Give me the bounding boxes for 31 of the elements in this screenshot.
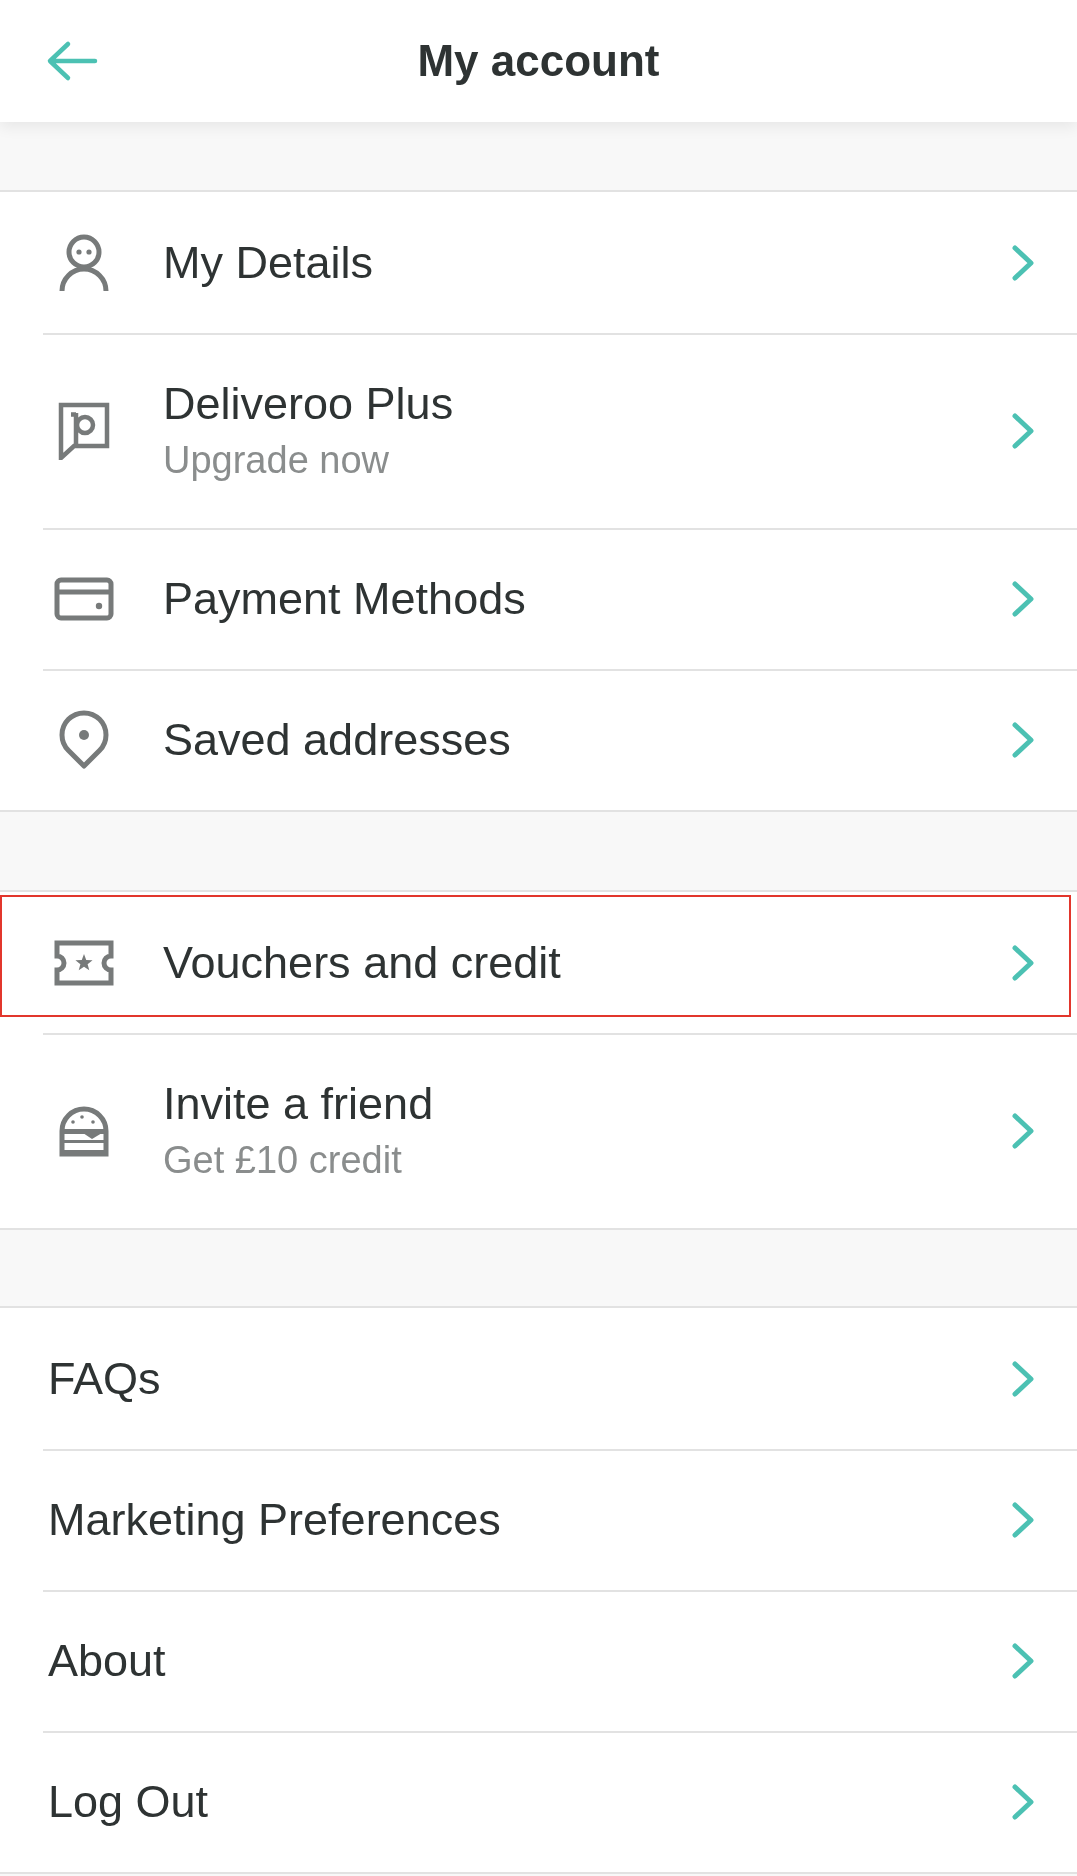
item-subtitle: Upgrade now bbox=[163, 439, 391, 483]
chevron-right-icon bbox=[1011, 1111, 1035, 1150]
item-label: Invite a friend bbox=[163, 1078, 434, 1131]
chevron-right-icon bbox=[1011, 579, 1035, 618]
item-label: Payment Methods bbox=[163, 572, 526, 625]
chevron-right-icon bbox=[1011, 720, 1035, 759]
chevron-right-icon bbox=[1011, 1641, 1035, 1680]
ticket-star-icon bbox=[54, 939, 114, 986]
item-label: Log Out bbox=[48, 1775, 209, 1828]
chevron-right-icon bbox=[1011, 943, 1035, 982]
chevron-right-icon bbox=[1011, 243, 1035, 282]
page-title: My account bbox=[417, 36, 660, 86]
item-label: Deliveroo Plus bbox=[163, 378, 454, 431]
location-pin-icon bbox=[57, 709, 111, 770]
chevron-right-icon bbox=[1011, 1359, 1035, 1398]
item-label: Saved addresses bbox=[163, 713, 511, 766]
chevron-right-icon bbox=[1011, 411, 1035, 450]
credit-card-icon bbox=[54, 576, 114, 621]
item-label: My Details bbox=[163, 236, 374, 289]
chevron-right-icon bbox=[1011, 1782, 1035, 1821]
item-label: About bbox=[48, 1634, 166, 1687]
person-icon bbox=[57, 233, 111, 292]
item-label: FAQs bbox=[48, 1352, 161, 1405]
back-button[interactable] bbox=[46, 40, 98, 82]
item-subtitle: Get £10 credit bbox=[163, 1139, 403, 1183]
chevron-right-icon bbox=[1011, 1500, 1035, 1539]
speech-bubble-p-icon bbox=[58, 401, 110, 460]
arrow-left-icon bbox=[46, 40, 98, 82]
burger-icon bbox=[57, 1104, 111, 1157]
item-label: Vouchers and credit bbox=[163, 936, 561, 989]
item-label: Marketing Preferences bbox=[48, 1493, 501, 1546]
